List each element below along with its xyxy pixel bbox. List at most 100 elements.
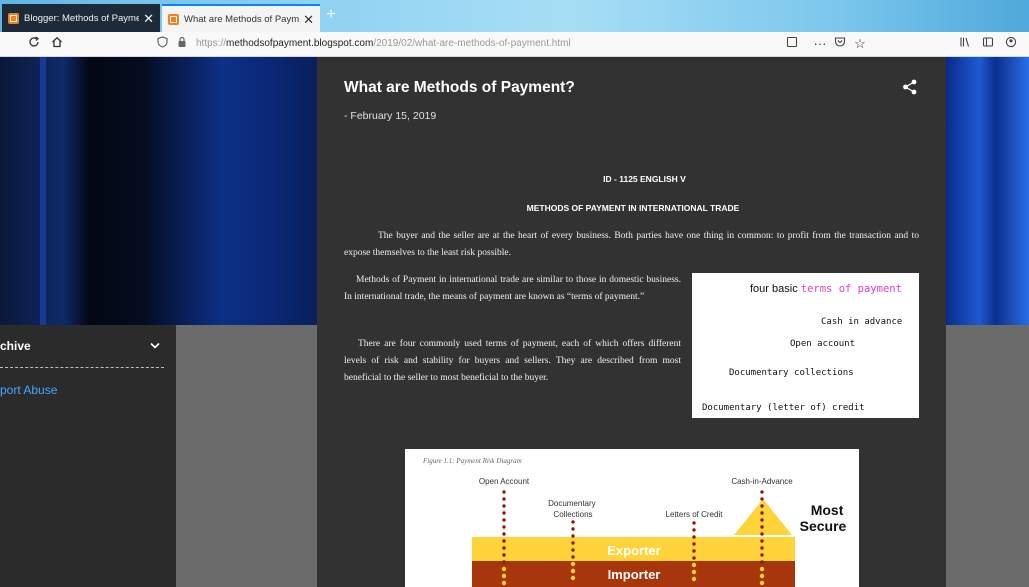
diagram-caption: Figure 1.1: Payment Risk Diagram — [422, 457, 522, 465]
most-secure-label-line: Secure — [800, 518, 847, 534]
library-icon[interactable] — [957, 36, 973, 52]
diagram-column-label: Documentary Collections — [548, 499, 598, 519]
risk-dot — [571, 534, 575, 538]
terms-item: Documentary (letter of) credit — [702, 403, 865, 413]
risk-dot — [692, 535, 696, 539]
document-heading: METHODS OF PAYMENT IN INTERNATIONAL TRAD… — [317, 203, 946, 213]
diagram-column-label-line: Collections — [553, 510, 592, 519]
risk-dot — [502, 504, 506, 508]
tab-blogger[interactable]: Blogger: Methods of Payments ✕ — [2, 4, 160, 32]
risk-dot — [502, 497, 506, 501]
risk-dot — [760, 511, 764, 515]
terms-heading-highlight: terms of payment — [800, 283, 902, 295]
terms-item: Cash in advance — [821, 317, 903, 327]
share-icon[interactable] — [902, 79, 918, 95]
risk-dot — [760, 546, 764, 550]
risk-dot — [501, 573, 507, 579]
risk-dot — [760, 518, 764, 522]
terms-item: Open account — [790, 339, 856, 349]
more-actions-icon[interactable]: ··· — [812, 36, 828, 52]
payment-risk-diagram: Figure 1.1: Payment Risk Diagram Open Ac… — [405, 449, 859, 587]
url-scheme: https:// — [196, 38, 227, 49]
risk-dot — [692, 542, 696, 546]
risk-dot — [760, 525, 764, 529]
diagram-column-label: Letters of Credit — [666, 510, 724, 519]
risk-dot — [692, 528, 696, 532]
header-background-image — [0, 57, 317, 325]
risk-dot — [502, 539, 506, 543]
post-paragraph: There are four commonly used terms of pa… — [344, 339, 681, 383]
url-path: /2019/02/what-are-methods-of-payment.htm… — [373, 38, 571, 49]
risk-dot — [692, 549, 696, 553]
risk-dot — [571, 520, 575, 524]
diagram-column-label-line: Documentary — [548, 499, 596, 508]
risk-dot — [502, 546, 506, 550]
post-paragraph: The buyer and the seller are at the hear… — [344, 231, 919, 258]
risk-dot — [571, 555, 575, 559]
exporter-label: Exporter — [607, 543, 660, 558]
payment-risk-diagram-svg: Figure 1.1: Payment Risk Diagram Open Ac… — [422, 457, 847, 587]
risk-dot — [570, 575, 576, 581]
risk-dot — [692, 521, 696, 525]
shield-icon[interactable] — [154, 36, 170, 52]
blog-page: chive port Abuse What are Methods of Pay… — [0, 57, 1029, 587]
tab-bar: Blogger: Methods of Payments ✕ What are … — [0, 0, 1029, 32]
reload-icon[interactable] — [26, 36, 42, 52]
address-bar[interactable]: https://methodsofpayment.blogspot.com/20… — [196, 36, 571, 52]
risk-dot — [760, 497, 764, 501]
most-secure-label-line: Most — [811, 502, 844, 518]
risk-dot — [760, 490, 764, 494]
risk-dot — [502, 511, 506, 515]
report-abuse-link[interactable]: port Abuse — [0, 383, 57, 397]
header-background-image-right — [946, 57, 1029, 325]
sidebar-toggle-icon[interactable] — [980, 36, 996, 52]
risk-dot — [759, 580, 765, 586]
pocket-icon[interactable] — [832, 36, 848, 52]
chevron-down-icon[interactable] — [150, 339, 160, 353]
risk-dot — [760, 539, 764, 543]
risk-dot — [502, 560, 506, 564]
bookmark-star-icon[interactable]: ☆ — [852, 36, 868, 52]
sidebar: chive port Abuse — [0, 325, 176, 587]
risk-dot — [571, 541, 575, 545]
risk-dot — [501, 580, 507, 586]
home-icon[interactable] — [49, 36, 65, 52]
risk-dot — [759, 566, 765, 572]
account-icon[interactable] — [1003, 36, 1019, 52]
risk-dot — [570, 568, 576, 574]
blogger-icon — [8, 12, 19, 24]
close-icon[interactable]: ✕ — [143, 12, 154, 25]
risk-dot — [502, 532, 506, 536]
close-icon[interactable]: ✕ — [303, 13, 314, 26]
risk-dot — [570, 561, 576, 567]
risk-dot — [760, 560, 764, 564]
risk-dot — [760, 553, 764, 557]
risk-dot — [502, 490, 506, 494]
tab-title: What are Methods of Payment? — [184, 13, 300, 25]
reader-view-icon[interactable] — [784, 36, 800, 52]
terms-heading: four basic terms of payment — [750, 283, 902, 295]
navigation-bar: https://methodsofpayment.blogspot.com/20… — [0, 32, 1029, 57]
terms-of-payment-image: four basic terms of payment Cash in adva… — [692, 273, 919, 418]
risk-dot — [502, 525, 506, 529]
sidebar-divider — [0, 367, 164, 368]
diagram-column-label: Cash-in-Advance — [731, 477, 793, 486]
tab-title: Blogger: Methods of Payments — [24, 12, 140, 24]
risk-dot — [501, 566, 507, 572]
post-title[interactable]: What are Methods of Payment? — [344, 79, 575, 97]
post-date[interactable]: - February 15, 2019 — [344, 110, 436, 122]
risk-dot — [691, 562, 697, 568]
risk-dot — [759, 573, 765, 579]
new-tab-icon[interactable]: + — [322, 6, 340, 24]
risk-dot — [691, 576, 697, 582]
diagram-column-label: Open Account — [479, 477, 530, 486]
tab-methods-of-payment[interactable]: What are Methods of Payment? ✕ — [162, 4, 320, 32]
risk-dot — [571, 548, 575, 552]
lock-icon[interactable] — [174, 36, 190, 52]
document-heading-text: METHODS OF PAYMENT IN INTERNATIONAL TRAD… — [526, 203, 740, 213]
archive-toggle[interactable]: chive — [0, 339, 164, 355]
document-id-text: ID - 1125 ENGLISH V — [603, 174, 686, 184]
risk-dot — [571, 527, 575, 531]
risk-dot — [502, 518, 506, 522]
post-container: What are Methods of Payment? - February … — [317, 57, 946, 587]
